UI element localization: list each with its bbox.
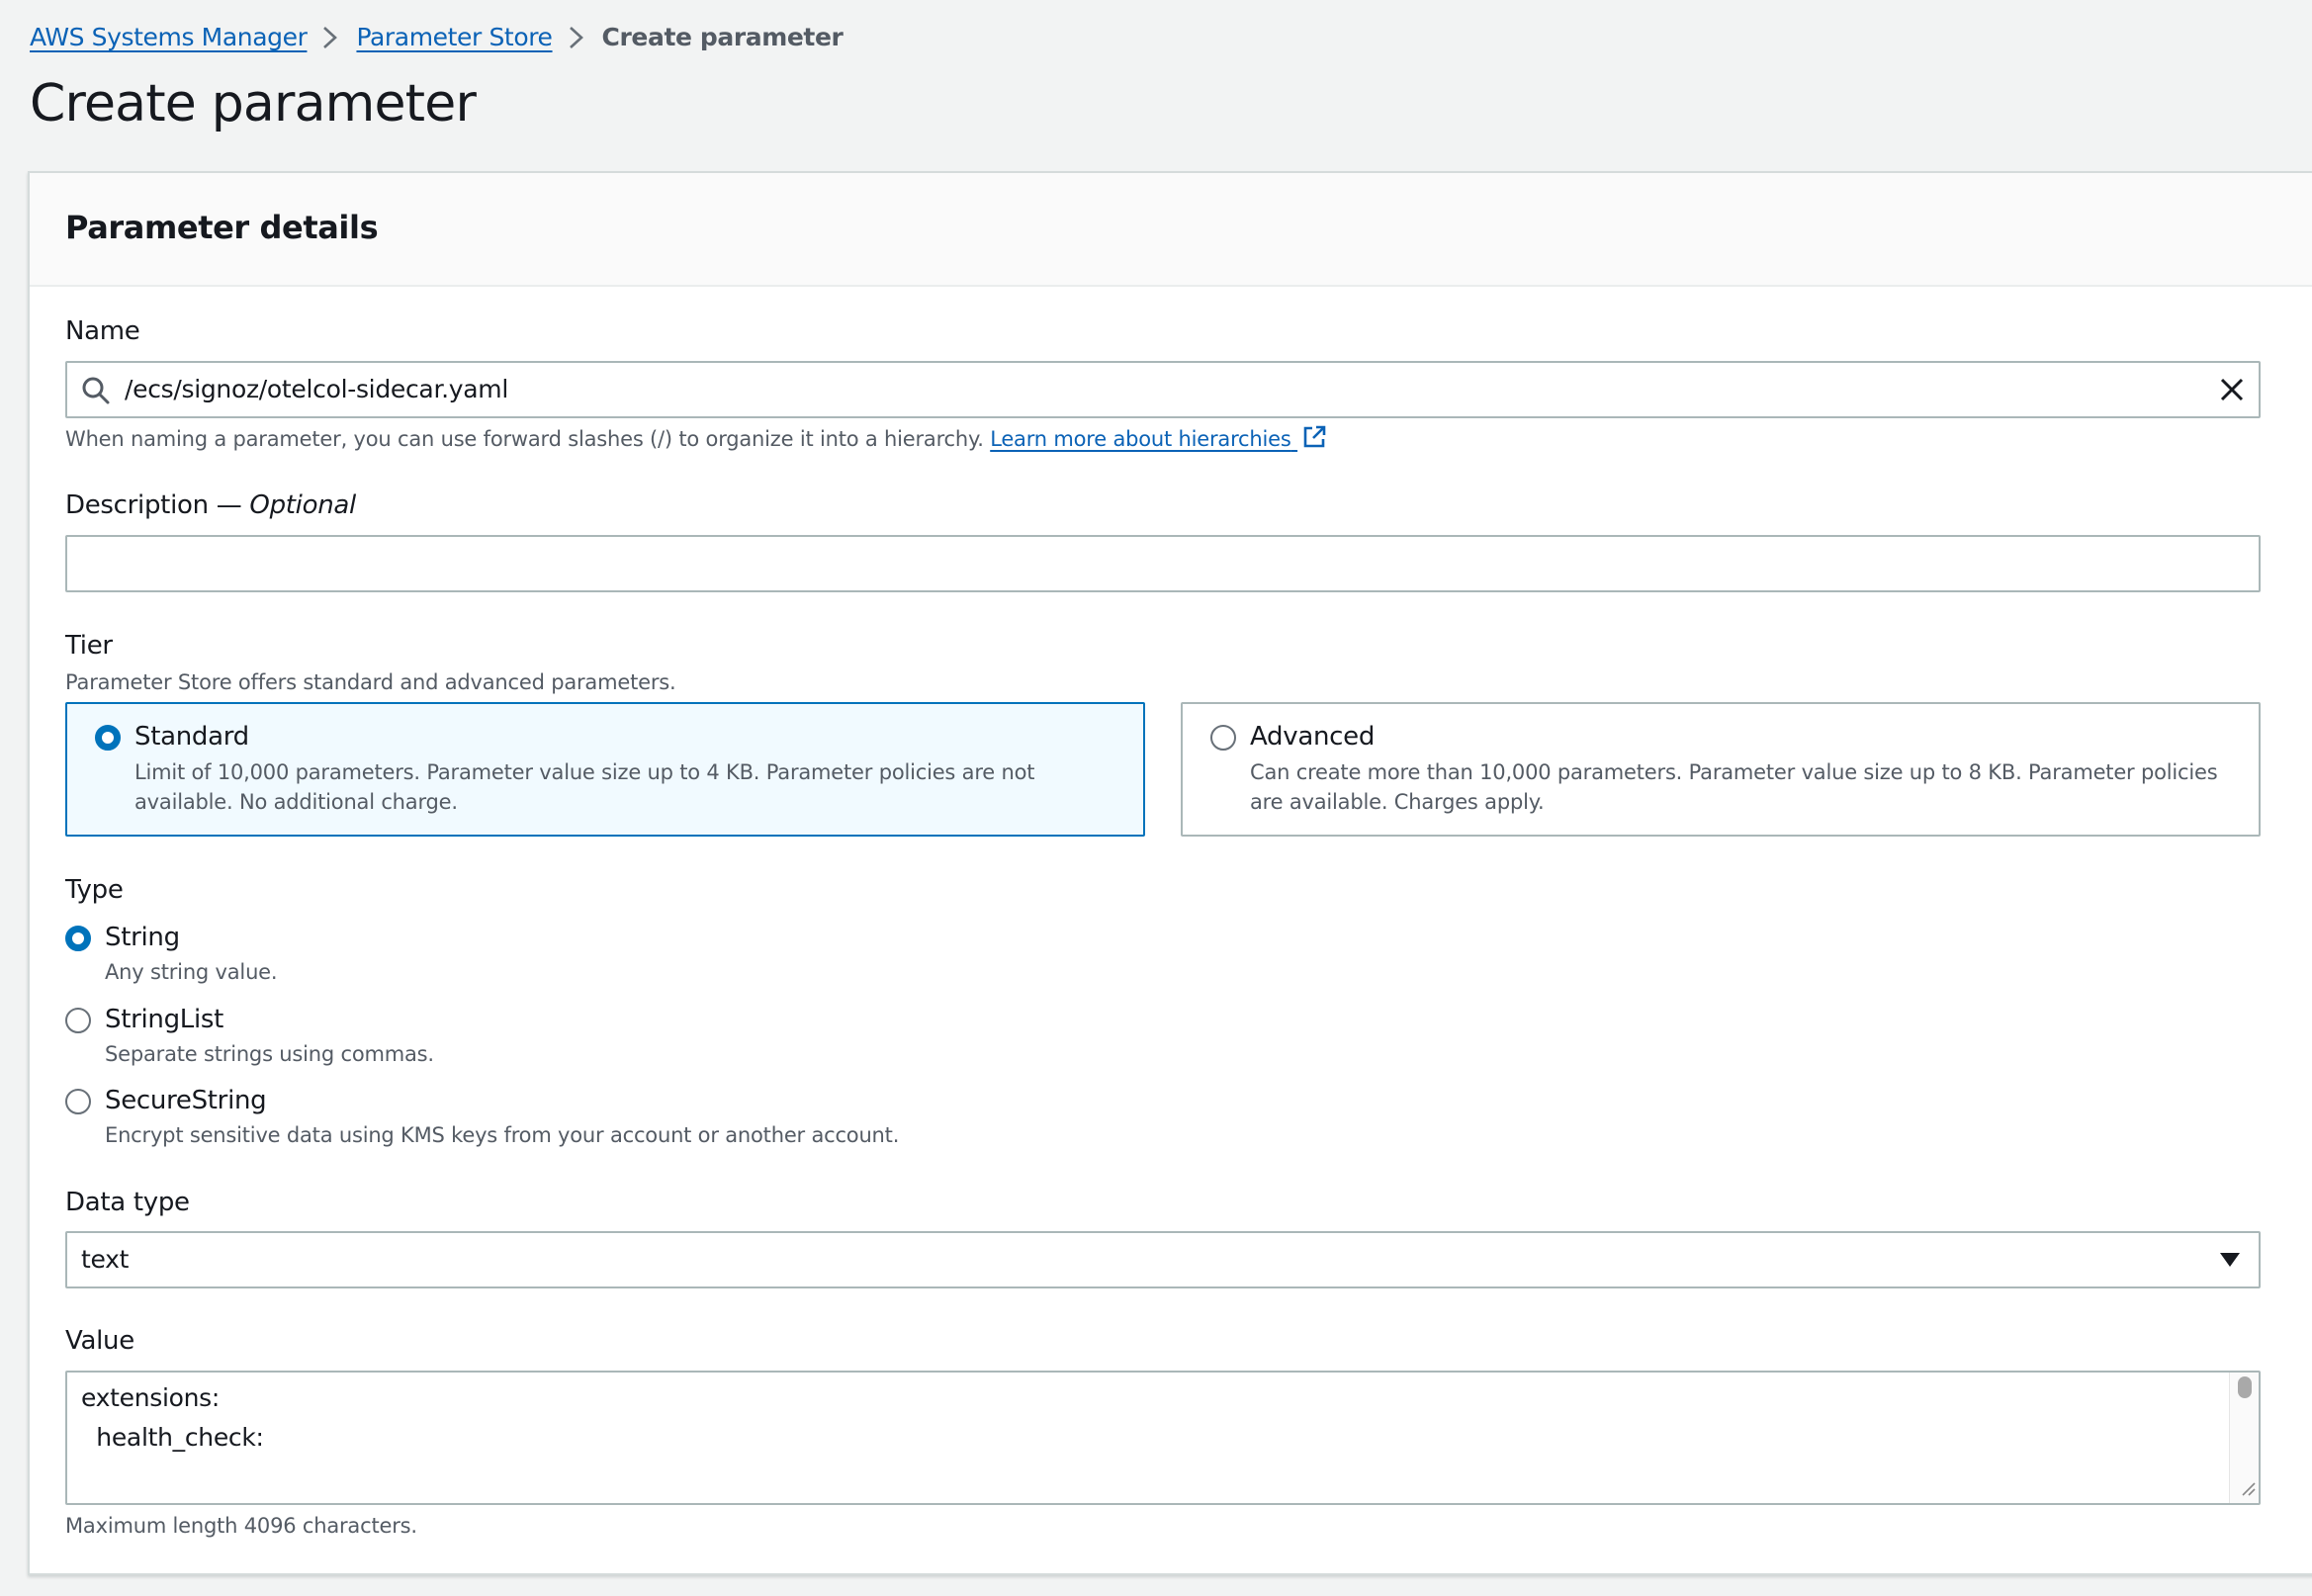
tier-standard-title: Standard <box>134 722 249 752</box>
breadcrumb-link-parameter-store[interactable]: Parameter Store <box>356 18 552 57</box>
value-hint: Maximum length 4096 characters. <box>65 1514 417 1538</box>
type-securestring-title: SecureString <box>105 1086 267 1115</box>
resize-handle-icon[interactable] <box>2239 1479 2257 1501</box>
learn-more-hierarchies-label: Learn more about hierarchies <box>990 427 1291 451</box>
data-type-select[interactable]: text <box>65 1231 2261 1288</box>
type-option-securestring[interactable]: SecureString Encrypt sensitive data usin… <box>65 1081 1252 1160</box>
type-string-title: String <box>105 923 180 952</box>
tier-hint: Parameter Store offers standard and adva… <box>65 670 676 694</box>
name-input[interactable]: /ecs/signoz/otelcol-sidecar.yaml <box>65 361 2261 418</box>
panel-title: Parameter details <box>65 209 379 246</box>
breadcrumb-current: Create parameter <box>601 23 844 51</box>
radio-stringlist[interactable] <box>65 1008 91 1033</box>
type-option-stringlist[interactable]: StringList Separate strings using commas… <box>65 1000 1252 1079</box>
value-line-1: extensions: <box>81 1383 221 1412</box>
parameter-details-panel: Parameter details Name /ecs/signoz/otelc… <box>28 171 2312 1575</box>
caret-down-icon <box>2219 1252 2241 1272</box>
breadcrumb: AWS Systems Manager Parameter Store Crea… <box>30 18 844 57</box>
tier-option-standard[interactable]: Standard Limit of 10,000 parameters. Par… <box>65 702 1145 837</box>
name-hint: When naming a parameter, you can use for… <box>65 424 1327 458</box>
tier-option-advanced[interactable]: Advanced Can create more than 10,000 par… <box>1181 702 2261 837</box>
type-stringlist-desc: Separate strings using commas. <box>105 1042 434 1066</box>
data-type-value: text <box>81 1245 130 1274</box>
tier-label: Tier <box>65 631 113 661</box>
tier-advanced-desc: Can create more than 10,000 parameters. … <box>1250 760 2218 814</box>
description-label-text: Description — <box>65 490 242 520</box>
name-hint-text: When naming a parameter, you can use for… <box>65 427 984 451</box>
tier-standard-desc: Limit of 10,000 parameters. Parameter va… <box>134 760 1035 814</box>
value-textarea[interactable]: extensions: health_check: <box>65 1371 2261 1505</box>
type-label: Type <box>65 875 124 905</box>
value-line-2: health_check: <box>81 1423 264 1452</box>
chevron-right-icon <box>307 18 356 57</box>
radio-standard[interactable] <box>95 725 121 751</box>
radio-securestring[interactable] <box>65 1089 91 1114</box>
description-optional-tag: Optional <box>249 490 356 520</box>
page-title: Create parameter <box>30 74 477 133</box>
learn-more-hierarchies-link[interactable]: Learn more about hierarchies <box>990 425 1327 451</box>
value-label: Value <box>65 1326 134 1356</box>
value-scrollbar-thumb[interactable] <box>2238 1376 2252 1398</box>
data-type-label: Data type <box>65 1188 190 1217</box>
type-option-string[interactable]: String Any string value. <box>65 918 1252 997</box>
description-label: Description — Optional <box>65 486 356 525</box>
description-input[interactable] <box>65 535 2261 592</box>
panel-header: Parameter details <box>30 173 2312 287</box>
name-input-value: /ecs/signoz/otelcol-sidecar.yaml <box>125 375 508 403</box>
type-string-desc: Any string value. <box>105 960 278 984</box>
breadcrumb-link-systems-manager[interactable]: AWS Systems Manager <box>30 18 308 57</box>
tier-advanced-title: Advanced <box>1250 722 1376 752</box>
type-securestring-desc: Encrypt sensitive data using KMS keys fr… <box>105 1123 900 1147</box>
radio-advanced[interactable] <box>1210 725 1236 751</box>
clear-icon[interactable] <box>2219 377 2245 406</box>
chevron-right-icon <box>553 18 602 57</box>
radio-string[interactable] <box>65 926 91 951</box>
type-stringlist-title: StringList <box>105 1005 224 1034</box>
search-icon <box>81 376 111 409</box>
name-label: Name <box>65 316 140 346</box>
external-link-icon <box>1301 424 1327 458</box>
